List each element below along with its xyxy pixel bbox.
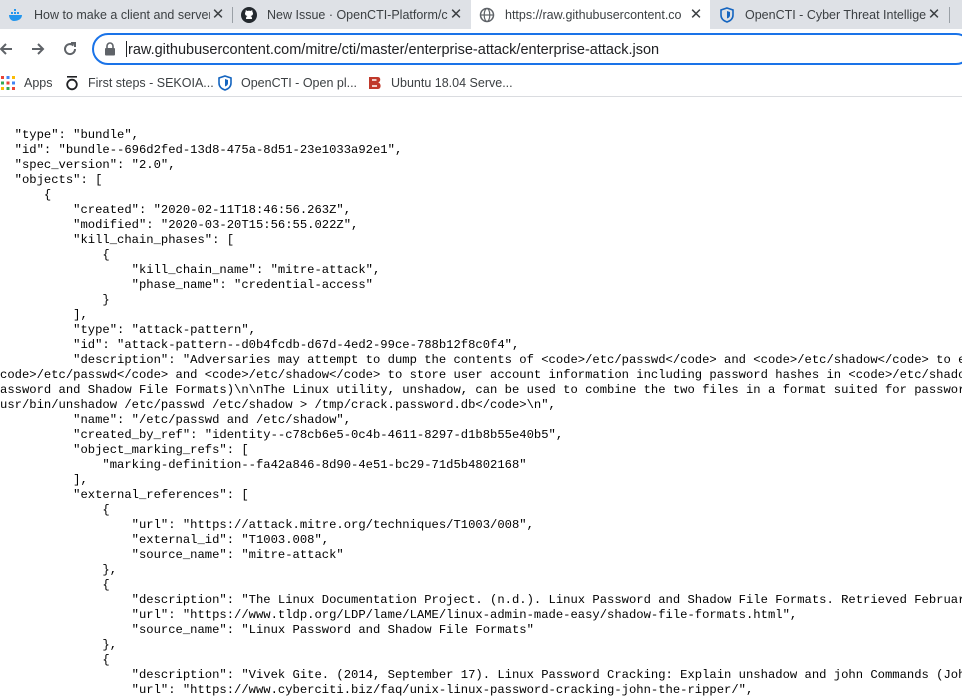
bookmarks-bar: Apps First steps - SEKOIA... OpenCTI - O… (0, 69, 962, 97)
globe-icon (479, 7, 495, 23)
raw-json-viewer: "type": "bundle", "id": "bundle--696d2fe… (0, 98, 962, 700)
tab-strip: How to make a client and server ✕ New Is… (0, 0, 962, 29)
bookmark-opencti[interactable]: OpenCTI - Open pl... (217, 73, 357, 93)
json-line: "url": "https://attack.mitre.org/techniq… (0, 518, 534, 532)
json-line: { (0, 248, 110, 262)
json-line: "name": "/etc/passwd and /etc/shadow", (0, 413, 352, 427)
bookmark-label: Apps (24, 76, 53, 90)
json-line: }, (0, 638, 118, 652)
reload-icon (64, 42, 77, 56)
close-icon[interactable]: ✕ (210, 6, 226, 23)
json-line: "kill_chain_name": "mitre-attack", (0, 263, 381, 277)
bookmark-label: Ubuntu 18.04 Serve... (391, 76, 513, 90)
json-line: "id": "bundle--696d2fed-13d8-475a-8d51-2… (0, 143, 403, 157)
tab-raw-githubusercontent[interactable]: https://raw.githubusercontent.co ✕ (471, 0, 710, 29)
json-line: usr/bin/unshadow /etc/passwd /etc/shadow… (0, 398, 556, 412)
close-icon[interactable]: ✕ (448, 6, 464, 23)
bookmark-label: First steps - SEKOIA... (88, 76, 214, 90)
bookmark-ubuntu-server[interactable]: Ubuntu 18.04 Serve... (367, 73, 513, 93)
browser-toolbar: raw.githubusercontent.com/mitre/cti/mast… (0, 29, 962, 69)
json-line: "object_marking_refs": [ (0, 443, 249, 457)
docker-whale-icon (8, 7, 24, 23)
ubuntu-b-icon (367, 75, 383, 91)
tab-separator (949, 7, 950, 23)
arrow-right-icon (32, 43, 45, 55)
json-line: { (0, 653, 110, 667)
json-line: "modified": "2020-03-20T15:56:55.022Z", (0, 218, 359, 232)
json-line: "external_id": "T1003.008", (0, 533, 330, 547)
close-icon[interactable]: ✕ (926, 6, 942, 23)
json-line: }, (0, 563, 118, 577)
json-line: ], (0, 308, 88, 322)
json-text: "type": "bundle", "id": "bundle--696d2fe… (0, 128, 962, 698)
lock-icon[interactable] (104, 42, 116, 61)
back-button[interactable] (0, 37, 18, 61)
json-line: "description": "Adversaries may attempt … (0, 353, 962, 367)
address-bar[interactable]: raw.githubusercontent.com/mitre/cti/mast… (92, 33, 962, 65)
json-line: { (0, 188, 52, 202)
json-line: { (0, 578, 110, 592)
opencti-shield-icon (217, 75, 233, 91)
bookmark-label: OpenCTI - Open pl... (241, 76, 358, 90)
json-line: "type": "bundle", (0, 128, 139, 142)
apps-grid-icon (0, 75, 16, 91)
json-line: "kill_chain_phases": [ (0, 233, 235, 247)
json-line: "phase_name": "credential-access" (0, 278, 373, 292)
sekoia-icon (64, 75, 80, 91)
json-line: "source_name": "mitre-attack" (0, 548, 344, 562)
arrow-left-icon (0, 43, 12, 55)
json-line: "url": "https://www.tldp.org/LDP/lame/LA… (0, 608, 798, 622)
json-line: assword and Shadow File Formats)\n\nThe … (0, 383, 962, 397)
json-line: "source_name": "Linux Password and Shado… (0, 623, 534, 637)
text-cursor (126, 41, 127, 57)
tab-title: https://raw.githubusercontent.co (505, 7, 682, 22)
json-line: ], (0, 473, 88, 487)
tab-title: OpenCTI - Cyber Threat Intellige (745, 7, 926, 22)
tab-opencti[interactable]: OpenCTI - Cyber Threat Intellige ✕ (711, 0, 948, 29)
json-line: { (0, 503, 110, 517)
json-line: "created": "2020-02-11T18:46:56.263Z", (0, 203, 352, 217)
json-line: } (0, 293, 110, 307)
tab-title: New Issue · OpenCTI-Platform/co (267, 7, 448, 22)
github-icon (241, 6, 257, 23)
url-value: raw.githubusercontent.com/mitre/cti/mast… (128, 42, 660, 58)
json-line: "id": "attack-pattern--d0b4fcdb-d67d-4ed… (0, 338, 520, 352)
close-icon[interactable]: ✕ (688, 6, 704, 23)
forward-button[interactable] (26, 37, 50, 61)
json-line: "objects": [ (0, 173, 103, 187)
json-line: "spec_version": "2.0", (0, 158, 176, 172)
json-line: "description": "Vivek Gite. (2014, Septe… (0, 668, 962, 682)
tab-new-issue-opencti[interactable]: New Issue · OpenCTI-Platform/co ✕ (233, 0, 470, 29)
bookmark-first-steps-sekoia[interactable]: First steps - SEKOIA... (64, 73, 214, 93)
bookmark-apps[interactable]: Apps (0, 73, 53, 93)
json-line: "marking-definition--fa42a846-8d90-4e51-… (0, 458, 527, 472)
json-line: "external_references": [ (0, 488, 249, 502)
reload-button[interactable] (58, 37, 82, 61)
json-line: code>/etc/passwd</code> and <code>/etc/s… (0, 368, 962, 382)
url-text[interactable]: raw.githubusercontent.com/mitre/cti/mast… (126, 41, 659, 58)
json-line: "description": "The Linux Documentation … (0, 593, 962, 607)
json-line: "type": "attack-pattern", (0, 323, 256, 337)
json-line: "url": "https://www.cyberciti.biz/faq/un… (0, 683, 754, 697)
tab-how-to-make-client-server[interactable]: How to make a client and server ✕ (0, 0, 232, 29)
json-line: "created_by_ref": "identity--c78cb6e5-0c… (0, 428, 564, 442)
opencti-shield-icon (719, 6, 735, 23)
tab-title: How to make a client and server (34, 7, 210, 22)
